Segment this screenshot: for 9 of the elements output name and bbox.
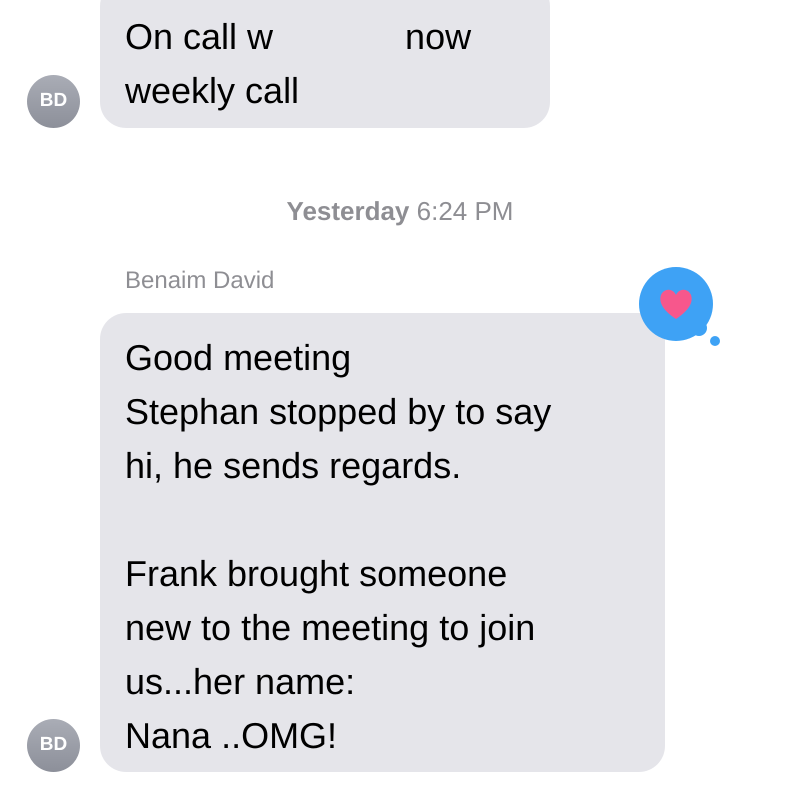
timestamp: Yesterday 6:24 PM	[286, 195, 514, 228]
message-text: now	[405, 15, 472, 59]
sender-name: Benaim David	[125, 266, 276, 296]
heart-reaction-icon[interactable]	[639, 267, 721, 347]
message-text: On call w	[125, 15, 274, 59]
message-bubble[interactable]: Good meeting Stephan stopped by to say hi, he sends regards. Frank brought someone new to the meeting to join us...her name: Nana ..OMG!	[100, 313, 665, 772]
message-bubble[interactable]: On call w now weekly call	[100, 0, 550, 128]
message-text: Good meeting Stephan stopped by to say hi, he sends regards. Frank brought someone new to the meeting to join us...her name: Nana ..OMG!	[125, 336, 552, 758]
message-text: weekly call	[125, 69, 300, 113]
